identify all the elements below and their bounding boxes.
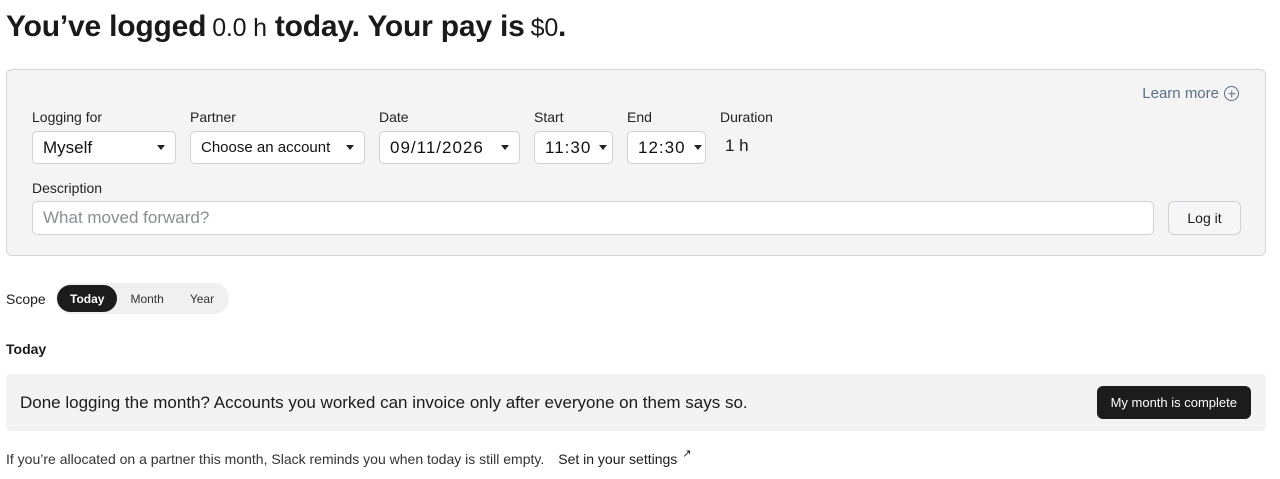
duration-value: 1 h bbox=[725, 136, 749, 155]
date-label: Date bbox=[379, 109, 409, 125]
logging-for-select[interactable]: Myself bbox=[32, 131, 176, 164]
settings-link-label: Set in your settings bbox=[558, 451, 678, 467]
page-headline: You’ve logged 0.0 h today. Your pay is $… bbox=[6, 10, 566, 44]
section-title: Today bbox=[6, 341, 47, 357]
start-time-select[interactable]: 11:30 bbox=[534, 131, 613, 164]
chevron-down-icon bbox=[599, 145, 608, 150]
start-label: Start bbox=[534, 109, 564, 125]
time-log-form: Learn more Logging for Myself Partner Ch… bbox=[6, 69, 1266, 256]
banner-message: Done logging the month? Accounts you wor… bbox=[20, 393, 748, 412]
chevron-down-icon bbox=[346, 145, 354, 150]
headline-suffix: . bbox=[558, 10, 567, 43]
chevron-down-icon bbox=[157, 145, 165, 150]
learn-more-link[interactable]: Learn more bbox=[1142, 85, 1239, 102]
scope-label: Scope bbox=[6, 291, 46, 307]
chevron-down-icon bbox=[693, 145, 702, 150]
logged-hours-value: 0.0 h bbox=[212, 14, 267, 42]
plus-circle-icon bbox=[1224, 86, 1239, 101]
date-value: 09/11/2026 bbox=[390, 137, 484, 157]
scope-segmented-control: Today Month Year bbox=[56, 283, 229, 314]
description-input[interactable] bbox=[32, 201, 1154, 235]
date-picker[interactable]: 09/11/2026 bbox=[379, 131, 520, 164]
month-complete-banner: Done logging the month? Accounts you wor… bbox=[6, 374, 1266, 431]
end-label: End bbox=[627, 109, 652, 125]
scope-option-today[interactable]: Today bbox=[57, 285, 118, 312]
logging-for-value: Myself bbox=[43, 137, 93, 157]
scope-option-month[interactable]: Month bbox=[117, 285, 176, 312]
end-value: 12:30 bbox=[638, 137, 686, 157]
partner-select[interactable]: Choose an account bbox=[190, 131, 365, 164]
end-time-select[interactable]: 12:30 bbox=[627, 131, 706, 164]
partner-value: Choose an account bbox=[201, 139, 331, 156]
chevron-down-icon bbox=[501, 145, 509, 150]
scope-option-year[interactable]: Year bbox=[177, 285, 227, 312]
partner-label: Partner bbox=[190, 109, 236, 125]
month-complete-button[interactable]: My month is complete bbox=[1096, 386, 1251, 419]
logging-for-label: Logging for bbox=[32, 109, 103, 125]
headline-prefix: You’ve logged bbox=[6, 10, 207, 43]
description-label: Description bbox=[32, 180, 103, 196]
pay-value: $0 bbox=[530, 14, 559, 42]
log-it-button[interactable]: Log it bbox=[1168, 201, 1241, 235]
settings-link[interactable]: Set in your settings ↗ bbox=[558, 448, 691, 467]
external-link-icon: ↗ bbox=[682, 448, 692, 460]
slack-reminder-note: If you’re allocated on a partner this mo… bbox=[6, 448, 692, 467]
duration-label: Duration bbox=[720, 109, 773, 125]
headline-middle: today. Your pay is bbox=[274, 10, 525, 43]
learn-more-label: Learn more bbox=[1142, 85, 1219, 102]
footer-text: If you’re allocated on a partner this mo… bbox=[6, 451, 545, 467]
start-value: 11:30 bbox=[545, 137, 592, 157]
